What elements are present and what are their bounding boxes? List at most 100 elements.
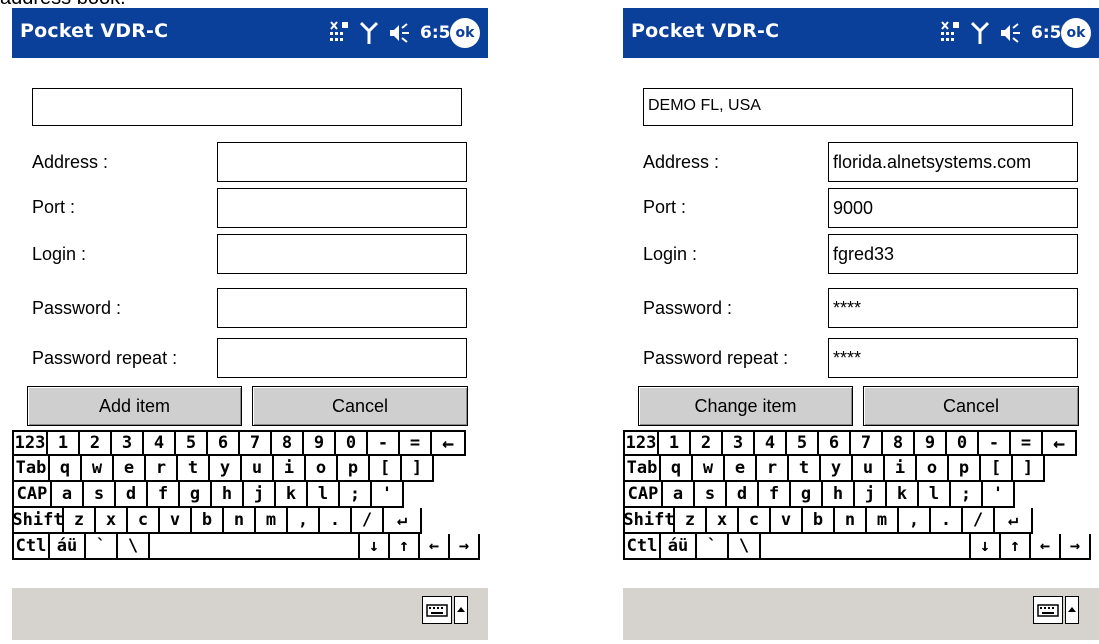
key-h[interactable]: h (212, 482, 244, 508)
key-v[interactable]: v (160, 508, 192, 534)
key-period[interactable]: . (931, 508, 963, 534)
key-6[interactable]: 6 (208, 430, 240, 456)
key-minus[interactable]: - (979, 430, 1011, 456)
key-b[interactable]: b (803, 508, 835, 534)
key-7[interactable]: 7 (851, 430, 883, 456)
key-right[interactable]: → (450, 534, 480, 560)
key-enter[interactable]: ↵ (384, 508, 422, 534)
key-8[interactable]: 8 (272, 430, 304, 456)
key-slash[interactable]: / (352, 508, 384, 534)
key-caps[interactable]: CAP (12, 482, 52, 508)
key-bracket-left[interactable]: [ (370, 456, 402, 482)
key-backspace[interactable]: ← (1031, 534, 1061, 560)
key-s[interactable]: s (695, 482, 727, 508)
key-c[interactable]: c (739, 508, 771, 534)
key-d[interactable]: d (116, 482, 148, 508)
key-k[interactable]: k (276, 482, 308, 508)
key-v[interactable]: v (771, 508, 803, 534)
key-backspace[interactable]: ← (1043, 430, 1077, 456)
key-ctrl[interactable]: Ctl (623, 534, 661, 560)
arrow-up-icon[interactable] (454, 596, 468, 624)
change-item-button[interactable]: Change item (638, 386, 853, 426)
signal-antenna-icon[interactable] (359, 21, 379, 45)
key-accents[interactable]: áü (661, 534, 697, 560)
password-repeat-input[interactable]: **** (828, 338, 1078, 378)
key-comma[interactable]: , (288, 508, 320, 534)
key-x[interactable]: x (707, 508, 739, 534)
key-j[interactable]: j (855, 482, 887, 508)
entry-name-input[interactable]: DEMO FL, USA (643, 88, 1073, 126)
key-5[interactable]: 5 (176, 430, 208, 456)
key-0[interactable]: 0 (947, 430, 979, 456)
key-backtick[interactable]: ` (697, 534, 729, 560)
key-a[interactable]: a (52, 482, 84, 508)
connectivity-icon[interactable] (939, 20, 961, 46)
password-input[interactable]: **** (828, 288, 1078, 328)
key-g[interactable]: g (180, 482, 212, 508)
key-y[interactable]: y (210, 456, 242, 482)
key-8[interactable]: 8 (883, 430, 915, 456)
connectivity-icon[interactable] (328, 20, 350, 46)
key-comma[interactable]: , (899, 508, 931, 534)
keyboard-icon[interactable] (422, 596, 452, 624)
key-down[interactable]: ↓ (360, 534, 390, 560)
ok-button[interactable]: ok (450, 18, 480, 48)
key-semicolon[interactable]: ; (340, 482, 372, 508)
key-0[interactable]: 0 (336, 430, 368, 456)
key-quote[interactable]: ' (983, 482, 1015, 508)
login-input[interactable]: fgred33 (828, 234, 1078, 274)
key-5[interactable]: 5 (787, 430, 819, 456)
key-shift[interactable]: Shift (12, 508, 64, 534)
key-r[interactable]: r (146, 456, 178, 482)
key-123[interactable]: 123 (623, 430, 659, 456)
key-semicolon[interactable]: ; (951, 482, 983, 508)
key-b[interactable]: b (192, 508, 224, 534)
key-q[interactable]: q (50, 456, 82, 482)
key-m[interactable]: m (256, 508, 288, 534)
key-123[interactable]: 123 (12, 430, 48, 456)
login-input[interactable] (217, 234, 467, 274)
key-2[interactable]: 2 (80, 430, 112, 456)
key-bracket-left[interactable]: [ (981, 456, 1013, 482)
key-up[interactable]: ↑ (390, 534, 420, 560)
key-p[interactable]: p (949, 456, 981, 482)
key-m[interactable]: m (867, 508, 899, 534)
key-enter[interactable]: ↵ (995, 508, 1033, 534)
key-backslash[interactable]: \ (729, 534, 761, 560)
arrow-up-icon[interactable] (1065, 596, 1079, 624)
key-f[interactable]: f (148, 482, 180, 508)
key-right[interactable]: → (1061, 534, 1091, 560)
address-input[interactable]: florida.alnetsystems.com (828, 142, 1078, 182)
key-l[interactable]: l (308, 482, 340, 508)
key-9[interactable]: 9 (304, 430, 336, 456)
key-bracket-right[interactable]: ] (1013, 456, 1045, 482)
key-4[interactable]: 4 (144, 430, 176, 456)
key-z[interactable]: z (64, 508, 96, 534)
key-ctrl[interactable]: Ctl (12, 534, 50, 560)
key-space[interactable] (150, 534, 360, 560)
add-item-button[interactable]: Add item (27, 386, 242, 426)
speaker-icon[interactable] (999, 22, 1021, 44)
key-1[interactable]: 1 (48, 430, 80, 456)
key-shift[interactable]: Shift (623, 508, 675, 534)
key-bracket-right[interactable]: ] (402, 456, 434, 482)
password-repeat-input[interactable] (217, 338, 467, 378)
key-period[interactable]: . (320, 508, 352, 534)
ok-button[interactable]: ok (1061, 18, 1091, 48)
key-f[interactable]: f (759, 482, 791, 508)
key-t[interactable]: t (178, 456, 210, 482)
key-6[interactable]: 6 (819, 430, 851, 456)
key-p[interactable]: p (338, 456, 370, 482)
key-backspace[interactable]: ← (420, 534, 450, 560)
key-backspace[interactable]: ← (432, 430, 466, 456)
key-1[interactable]: 1 (659, 430, 691, 456)
key-space[interactable] (761, 534, 971, 560)
key-a[interactable]: a (663, 482, 695, 508)
key-u[interactable]: u (853, 456, 885, 482)
key-3[interactable]: 3 (112, 430, 144, 456)
key-e[interactable]: e (114, 456, 146, 482)
key-g[interactable]: g (791, 482, 823, 508)
key-k[interactable]: k (887, 482, 919, 508)
cancel-button[interactable]: Cancel (863, 386, 1079, 426)
port-input[interactable]: 9000 (828, 188, 1078, 228)
